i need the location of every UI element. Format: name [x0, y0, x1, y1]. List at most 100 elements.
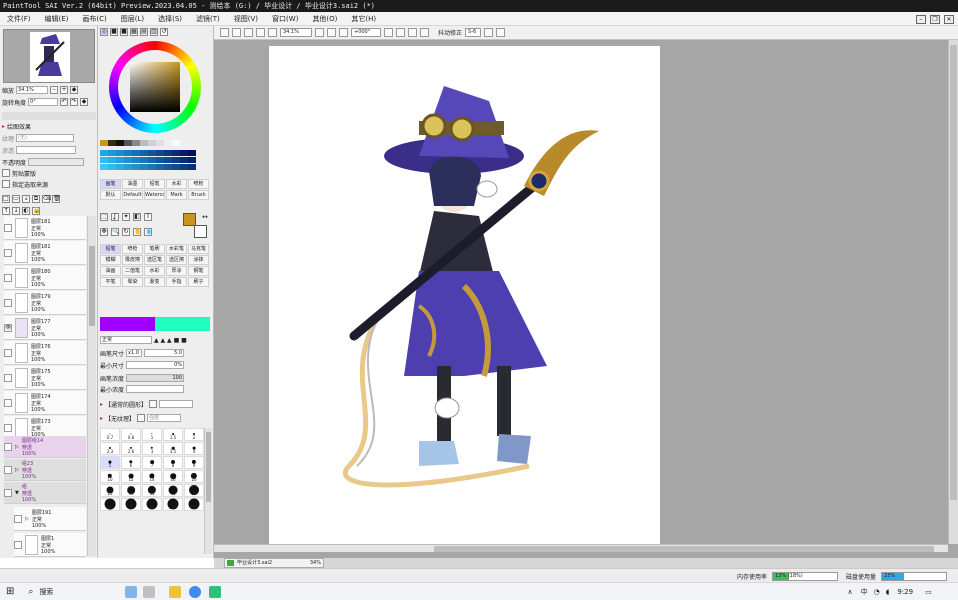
brush-size-cell[interactable]: 0.7 [100, 428, 120, 441]
secondary-color-swatch[interactable] [194, 225, 207, 238]
canvas-angle-select[interactable]: +000° [351, 28, 381, 37]
brush-shape-button[interactable] [149, 400, 158, 408]
flip-horizontal-icon[interactable] [420, 28, 429, 37]
magic-wand-icon[interactable]: ✦ [122, 213, 130, 221]
search-icon[interactable]: ⌕ [28, 587, 33, 597]
zoom-in-icon[interactable] [327, 28, 336, 37]
swatch-row-1[interactable] [100, 150, 196, 156]
tab-watercolor[interactable]: 水彩 [166, 179, 187, 189]
rotate-left-icon[interactable]: ↶ [60, 98, 69, 106]
tool-flat-brush[interactable]: 平笔 [100, 277, 121, 287]
rotate-reset-icon[interactable]: ◆ [80, 98, 89, 106]
tool-pencil[interactable]: 铅笔 [100, 244, 121, 254]
tool-airbrush[interactable]: 喷枪 [122, 244, 143, 254]
show-selection-icon[interactable] [268, 28, 277, 37]
zoom-in-icon[interactable]: + [60, 86, 69, 94]
menu-layer[interactable]: 图层(L) [114, 12, 151, 26]
tool-watercolor-pen[interactable]: 水彩笔 [166, 244, 187, 254]
layer-scroll-thumb[interactable] [89, 246, 95, 326]
hand-tool-icon[interactable]: ✋ [133, 228, 141, 236]
layer-lock-icon[interactable]: 🔒 [32, 207, 40, 215]
menu-file[interactable]: 文件(F) [0, 12, 38, 26]
menu-filter[interactable]: 滤镜(T) [189, 12, 227, 26]
tool-blur[interactable]: 模糊 [100, 255, 121, 265]
tool-pen[interactable]: 钢笔 [188, 266, 209, 276]
layer-item[interactable]: 图层1 正常 100% [14, 533, 86, 557]
scratchpad-tab-icon[interactable]: ▥ [150, 28, 158, 36]
hsv-slider-tab-icon[interactable]: ■ [120, 28, 128, 36]
visibility-toggle[interactable] [4, 248, 12, 257]
brush-size-cell[interactable]: 1.5 [163, 428, 183, 441]
gradient-left-color[interactable] [100, 317, 155, 331]
effects-header[interactable]: ▸ 绘图效果 [2, 121, 96, 131]
text-tool-icon[interactable]: T [144, 213, 152, 221]
tab-ink[interactable]: 油墨 [122, 179, 143, 189]
taskbar-search-label[interactable]: 搜索 [39, 587, 53, 597]
color-gradient-bar[interactable] [100, 317, 210, 331]
brush-size-cell[interactable]: 8 [163, 456, 183, 469]
browser-icon[interactable] [189, 585, 202, 598]
tool-thick-paint[interactable]: 厚涂 [166, 266, 187, 276]
min-size-slider[interactable]: 0% [126, 361, 185, 369]
task-view-icon[interactable] [143, 585, 156, 598]
clear-layer-icon[interactable]: ⌫ [42, 195, 51, 203]
rgb-slider-tab-icon[interactable]: ■ [110, 28, 118, 36]
brush-texture-strength[interactable]: 强度 [147, 414, 182, 422]
layer-move-down-icon[interactable]: ↓ [12, 207, 20, 215]
zoom-reset-icon[interactable]: ◆ [70, 86, 79, 94]
lock-checkbox[interactable] [2, 180, 10, 188]
navigator-preview[interactable] [3, 29, 95, 83]
new-layer-icon[interactable]: □ [2, 195, 10, 203]
merge-down-icon[interactable]: ⇣ [22, 195, 30, 203]
layer-item[interactable]: 图层181 正常 100% [4, 241, 86, 265]
rect-select-icon[interactable]: ⬚ [100, 213, 108, 221]
rotate-ccw-icon[interactable] [384, 28, 393, 37]
folder-expand-icon[interactable]: ▼ [15, 490, 19, 496]
preset-tab-brush[interactable]: Brush [188, 190, 209, 200]
tab-brush[interactable]: 画笔 [100, 179, 121, 189]
close-icon[interactable]: ✕ [944, 14, 954, 24]
brush-size-cell[interactable]: 35 [142, 484, 162, 497]
density-slider[interactable]: 100 [126, 374, 185, 382]
eyedropper-icon[interactable]: 💧 [144, 228, 152, 236]
brush-size-cell[interactable]: 80 [142, 498, 162, 511]
wifi-icon[interactable]: ◔ [874, 588, 880, 596]
visibility-toggle[interactable] [4, 398, 12, 407]
tab-airbrush[interactable]: 喷枪 [188, 179, 209, 189]
swatch-row-2[interactable] [100, 157, 196, 163]
taskbar-clock[interactable]: 9:29 [897, 588, 913, 596]
brush-size-cell[interactable]: 40 [163, 484, 183, 497]
visibility-toggle[interactable] [4, 373, 12, 382]
folder-collapse-icon[interactable]: ▷ [25, 516, 29, 522]
tool-binary[interactable]: 二值笔 [122, 266, 143, 276]
preset-tab-watercolor[interactable]: Watercolor [144, 190, 165, 200]
visibility-toggle[interactable] [4, 465, 12, 474]
saturation-value-square[interactable] [130, 62, 180, 112]
brush-size-cell[interactable]: 12 [121, 470, 141, 483]
brush-size-cell[interactable]: 14 [142, 470, 162, 483]
canvas-zoom-select[interactable]: 34.1% [280, 28, 312, 37]
swap-colors-icon[interactable]: ↔ [202, 213, 208, 221]
bleed-slider[interactable] [16, 146, 77, 154]
volume-icon[interactable]: ◖ [886, 588, 890, 596]
delete-layer-icon[interactable]: 🗑 [52, 195, 61, 203]
clip-checkbox[interactable] [2, 169, 10, 177]
rotate-right-icon[interactable]: ↷ [70, 98, 79, 106]
brush-size-cell[interactable]: 6 [121, 456, 141, 469]
deselect-icon[interactable] [244, 28, 253, 37]
recent-colors[interactable] [100, 140, 180, 146]
ruler-icon[interactable] [496, 28, 506, 37]
brush-size-cell[interactable]: 2.3 [100, 442, 120, 455]
brush-size-cell[interactable]: 20 [184, 470, 204, 483]
layer-list-scrollbar[interactable] [87, 216, 96, 556]
zoom-tool-icon[interactable]: 🔍 [111, 228, 119, 236]
layer-item[interactable]: 图层179 正常 100% [4, 291, 86, 315]
brush-size-cell[interactable]: 5 [100, 456, 120, 469]
brush-size-cell[interactable]: 16 [163, 470, 183, 483]
mixer-tab-icon[interactable]: ▦ [130, 28, 138, 36]
rotate-input[interactable]: 0° [28, 98, 59, 106]
layer-item[interactable]: 图层181 正常 100% [4, 216, 86, 240]
menu-view[interactable]: 视图(V) [227, 12, 265, 26]
tool-smudge[interactable]: 涂抹 [188, 255, 209, 265]
brush-size-cell[interactable]: 25 [100, 484, 120, 497]
